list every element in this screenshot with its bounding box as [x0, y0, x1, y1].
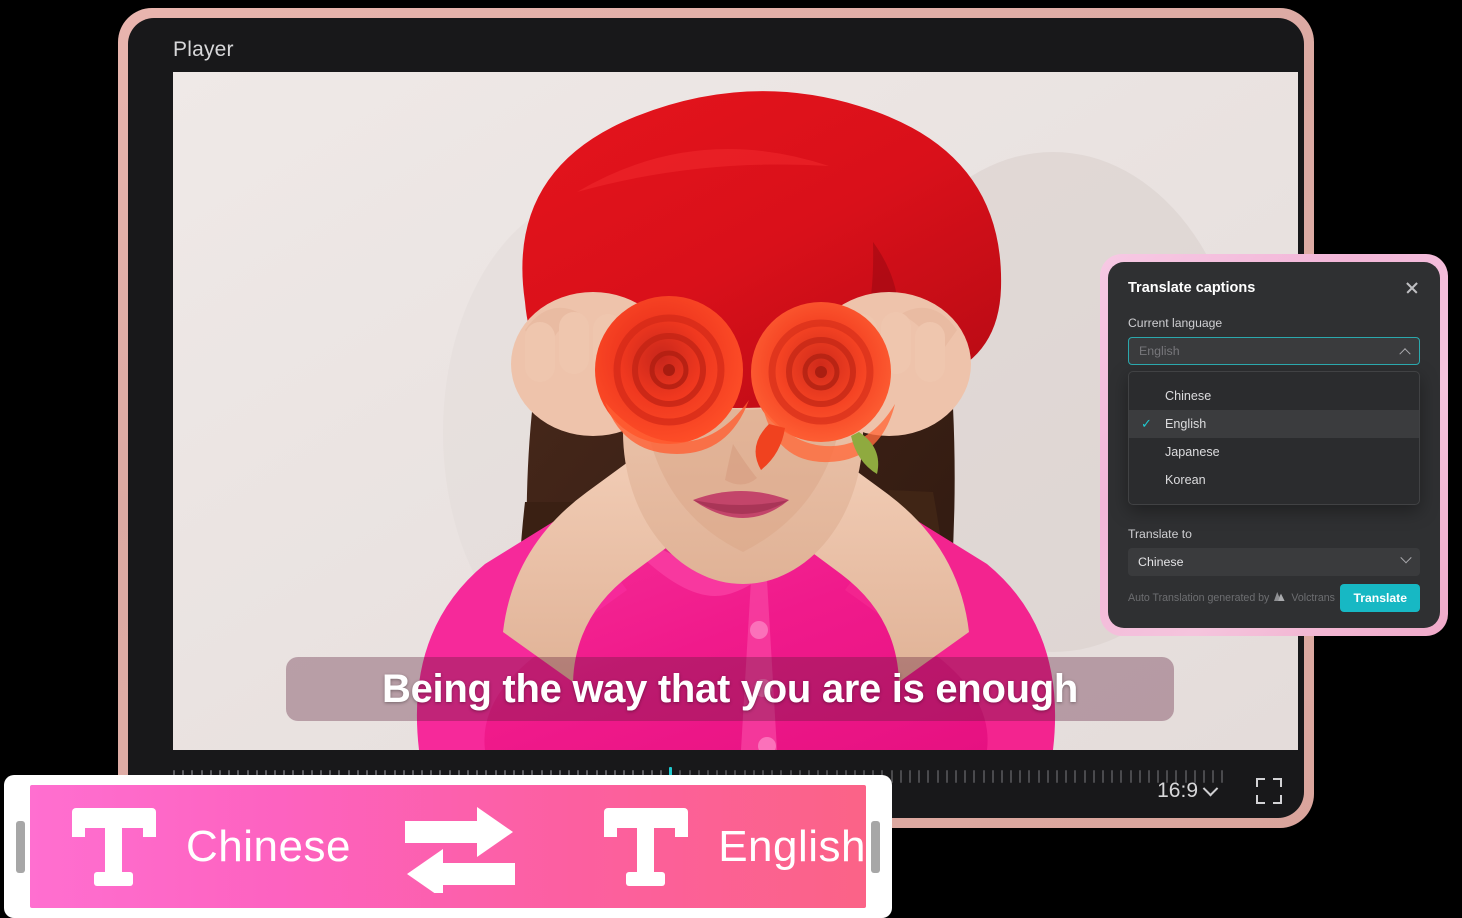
timeline-tick [983, 770, 985, 783]
language-option[interactable]: ✓English [1129, 410, 1419, 438]
timeline-tick [1093, 770, 1095, 783]
translate-captions-dialog: Translate captions Current language Engl… [1108, 262, 1440, 628]
aspect-ratio-button[interactable]: 16:9 [1157, 779, 1216, 803]
translate-button[interactable]: Translate [1340, 584, 1420, 612]
translate-to-value: Chinese [1138, 555, 1183, 569]
chevron-down-icon [1203, 780, 1219, 796]
translation-credit: Auto Translation generated by Volctrans [1128, 591, 1335, 605]
timeline-tick [900, 770, 902, 783]
chevron-down-icon [1400, 552, 1411, 563]
translate-captions-dialog-glow: Translate captions Current language Engl… [1100, 254, 1448, 636]
source-language-label: Chinese [186, 822, 351, 872]
language-swap-banner[interactable]: Chinese English [30, 785, 866, 908]
language-option-label: Japanese [1165, 445, 1220, 459]
timeline-tick [1065, 770, 1067, 783]
chevron-up-icon [1399, 348, 1410, 359]
timeline-tick [1056, 770, 1058, 783]
timeline-tick [1074, 770, 1076, 783]
translate-to-label: Translate to [1128, 527, 1420, 541]
timeline-tick [1019, 770, 1021, 783]
timeline-tick [1148, 770, 1150, 783]
credit-text: Auto Translation generated by [1128, 592, 1269, 604]
aspect-ratio-label: 16:9 [1157, 779, 1198, 803]
timeline-tick [1102, 770, 1104, 783]
timeline-tick [1120, 770, 1122, 783]
timeline-tick [909, 770, 911, 783]
target-language-label: English [718, 822, 866, 872]
volctrans-logo-icon [1273, 591, 1287, 605]
text-t-icon [68, 808, 160, 886]
banner-resize-handle-left[interactable] [16, 821, 25, 873]
target-language-group: English [562, 808, 866, 886]
timeline-tick [937, 770, 939, 783]
timeline-tick [927, 770, 929, 783]
timeline-tick [1139, 770, 1141, 783]
timeline-tick [964, 770, 966, 783]
video-caption-overlay: Being the way that you are is enough [286, 657, 1174, 721]
translate-to-group: Translate to Chinese [1128, 527, 1420, 576]
text-t-icon [600, 808, 692, 886]
timeline-tick [1130, 770, 1132, 783]
fullscreen-icon[interactable] [1256, 778, 1282, 804]
screenshot-root: Player [0, 0, 1462, 918]
timeline-tick [1010, 770, 1012, 783]
timeline-tick [1047, 770, 1049, 783]
dialog-header: Translate captions [1128, 280, 1420, 296]
page-title: Player [173, 38, 234, 62]
language-option-label: Chinese [1165, 389, 1211, 403]
language-option-label: Korean [1165, 473, 1206, 487]
close-icon[interactable] [1404, 280, 1420, 296]
current-language-value: English [1139, 344, 1180, 358]
swap-arrows-icon[interactable] [401, 801, 519, 893]
language-option[interactable]: Korean [1129, 466, 1419, 494]
dialog-title: Translate captions [1128, 280, 1255, 296]
caption-text: Being the way that you are is enough [382, 667, 1078, 712]
language-swap-banner-shell: Chinese English [4, 775, 892, 918]
dialog-footer: Auto Translation generated by Volctrans … [1128, 584, 1420, 612]
current-language-select[interactable]: English [1128, 337, 1420, 365]
player-controls: 16:9 [1157, 778, 1282, 804]
language-option-label: English [1165, 417, 1206, 431]
translate-to-select[interactable]: Chinese [1128, 548, 1420, 576]
current-language-dropdown[interactable]: Chinese✓EnglishJapaneseKorean [1128, 371, 1420, 505]
timeline-tick [1038, 770, 1040, 783]
timeline-tick [1001, 770, 1003, 783]
current-language-label: Current language [1128, 316, 1420, 330]
source-language-group: Chinese [30, 808, 351, 886]
timeline-tick [992, 770, 994, 783]
brand-name: Volctrans [1291, 592, 1335, 604]
banner-resize-handle-right[interactable] [871, 821, 880, 873]
timeline-tick [918, 770, 920, 783]
language-option[interactable]: Japanese [1129, 438, 1419, 466]
timeline-tick [955, 770, 957, 783]
timeline-tick [1111, 770, 1113, 783]
check-icon: ✓ [1141, 416, 1165, 432]
timeline-tick [1084, 770, 1086, 783]
language-option[interactable]: Chinese [1129, 382, 1419, 410]
timeline-tick [946, 770, 948, 783]
timeline-tick [973, 770, 975, 783]
timeline-tick [1028, 770, 1030, 783]
